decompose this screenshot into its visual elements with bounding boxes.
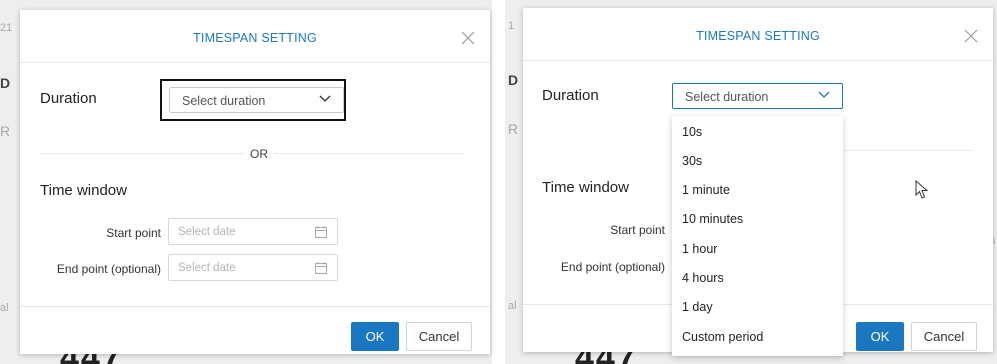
or-divider-line: [843, 150, 973, 151]
end-point-label: End point (optional): [56, 262, 161, 276]
bg-fragment: al: [508, 300, 517, 312]
close-icon[interactable]: [961, 26, 981, 46]
start-point-label: Start point: [610, 223, 665, 237]
timespan-dialog-left: TIMESPAN SETTING Duration Select duratio…: [20, 10, 490, 354]
close-icon[interactable]: [458, 28, 478, 48]
dropdown-option-10-minutes[interactable]: 10 minutes: [682, 209, 743, 229]
start-point-label: Start point: [106, 226, 161, 240]
duration-dropdown-menu: 10s 30s 1 minute 10 minutes 1 hour 4 hou…: [672, 116, 843, 356]
dropdown-option-1-day[interactable]: 1 day: [682, 297, 713, 317]
dialog-header: TIMESPAN SETTING: [523, 8, 993, 61]
chevron-down-icon: [818, 91, 830, 98]
or-separator: OR: [244, 147, 274, 161]
bg-fragment: R: [0, 123, 11, 139]
dropdown-option-30s[interactable]: 30s: [682, 151, 702, 171]
dialog-title: TIMESPAN SETTING: [193, 31, 317, 45]
dropdown-option-1-minute[interactable]: 1 minute: [682, 180, 730, 200]
time-window-label: Time window: [542, 179, 629, 196]
mouse-pointer-icon: [915, 180, 929, 199]
end-date-input[interactable]: Select date: [168, 254, 338, 281]
start-date-input[interactable]: Select date: [168, 218, 338, 245]
dropdown-option-custom-period[interactable]: Custom period: [682, 327, 763, 347]
bg-fragment: R: [508, 121, 519, 137]
bg-fragment: 21: [0, 22, 13, 34]
cancel-button[interactable]: Cancel: [911, 322, 977, 351]
dropdown-option-1-hour[interactable]: 1 hour: [682, 239, 717, 259]
time-window-label: Time window: [40, 182, 127, 199]
dialog-title: TIMESPAN SETTING: [696, 29, 820, 43]
bg-fragment: al: [0, 302, 9, 314]
ok-button[interactable]: OK: [351, 322, 399, 351]
duration-select-value: Select duration: [685, 90, 769, 104]
duration-label: Duration: [542, 87, 599, 104]
dialog-header: TIMESPAN SETTING: [20, 10, 490, 63]
duration-select-highlight: [160, 79, 346, 121]
dropdown-option-10s[interactable]: 10s: [682, 122, 702, 142]
dropdown-option-4-hours[interactable]: 4 hours: [682, 268, 724, 288]
end-point-label: End point (optional): [560, 260, 665, 274]
duration-select[interactable]: Select duration: [672, 83, 843, 109]
start-date-placeholder: Select date: [178, 226, 236, 238]
cancel-button[interactable]: Cancel: [406, 322, 472, 351]
calendar-icon: [315, 262, 327, 274]
bg-fragment: D: [508, 72, 519, 88]
calendar-icon: [315, 226, 327, 238]
dialog-footer-divider: [20, 306, 490, 307]
duration-label: Duration: [40, 90, 97, 107]
end-date-placeholder: Select date: [178, 262, 236, 274]
ok-button[interactable]: OK: [856, 322, 904, 351]
bg-fragment: 1: [508, 20, 515, 32]
bg-fragment: D: [0, 75, 11, 91]
